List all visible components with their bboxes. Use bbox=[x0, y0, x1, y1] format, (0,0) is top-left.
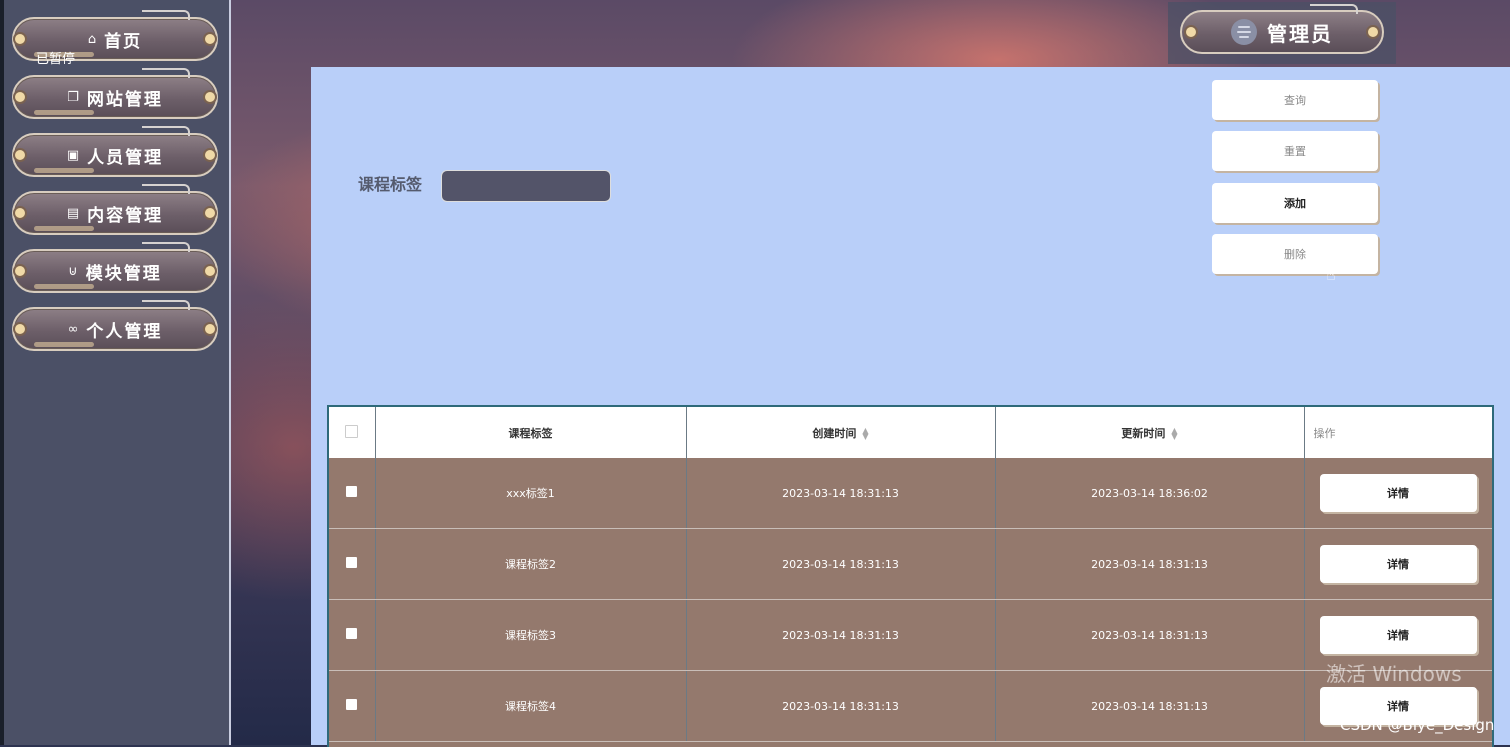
detail-button[interactable]: 详情 bbox=[1319, 616, 1477, 654]
column-header-created[interactable]: 创建时间 ▲ ▼ bbox=[686, 407, 996, 458]
window-icon: ❐ bbox=[67, 89, 81, 105]
csdn-credit: CSDN @Biye_Design bbox=[1340, 716, 1495, 734]
cell-updated: 2023-03-14 18:31:13 bbox=[995, 670, 1305, 742]
cell-tag: 课程标签3 bbox=[375, 599, 687, 671]
column-header-updated[interactable]: 更新时间 ▲ ▼ bbox=[995, 407, 1305, 458]
delete-button[interactable]: 删除 bbox=[1212, 234, 1378, 274]
hand-cursor-icon: ☝ bbox=[1326, 265, 1336, 284]
admin-badge[interactable]: 管理员 bbox=[1180, 4, 1384, 54]
cart-icon: ⊍ bbox=[68, 263, 80, 279]
table-header-row: 课程标签 创建时间 ▲ ▼ 更新时间 ▲ ▼ 操作 bbox=[329, 407, 1492, 458]
add-button[interactable]: 添加 bbox=[1212, 183, 1378, 223]
query-button[interactable]: 查询 bbox=[1212, 80, 1378, 120]
row-checkbox[interactable] bbox=[346, 557, 358, 568]
cell-updated: 2023-03-14 18:36:02 bbox=[995, 458, 1305, 529]
cell-tag: 课程标签2 bbox=[375, 528, 687, 600]
table-row: 课程标签4 2023-03-14 18:31:13 2023-03-14 18:… bbox=[329, 670, 1492, 742]
cell-updated: 2023-03-14 18:31:13 bbox=[995, 528, 1305, 600]
user-label: 管理员 bbox=[1267, 21, 1333, 46]
sidebar-item-label: 个人管理 bbox=[86, 321, 163, 342]
table-row: 课程标签3 2023-03-14 18:31:13 2023-03-14 18:… bbox=[329, 599, 1492, 671]
reset-button[interactable]: 重置 bbox=[1212, 131, 1378, 171]
select-all-checkbox[interactable] bbox=[345, 424, 359, 438]
menu-icon bbox=[1231, 19, 1257, 45]
row-checkbox[interactable] bbox=[346, 628, 358, 639]
sidebar-item-staff-management[interactable]: ▣ 人员管理 bbox=[12, 126, 218, 177]
sidebar-item-label: 网站管理 bbox=[86, 89, 163, 110]
sidebar-item-label: 人员管理 bbox=[87, 147, 164, 168]
search-label: 课程标签 bbox=[358, 175, 423, 194]
sidebar-item-website-management[interactable]: ❐ 网站管理 bbox=[12, 68, 218, 119]
document-icon: ▤ bbox=[66, 205, 82, 221]
row-checkbox[interactable] bbox=[346, 486, 358, 497]
column-header-action: 操作 bbox=[1304, 407, 1492, 458]
sidebar-item-personal-management[interactable]: ∞ 个人管理 bbox=[12, 300, 218, 351]
cell-tag: xxx标签1 bbox=[375, 458, 687, 529]
sidebar-item-label: 内容管理 bbox=[87, 205, 164, 226]
detail-button[interactable]: 详情 bbox=[1319, 545, 1477, 583]
row-checkbox[interactable] bbox=[346, 699, 358, 710]
circles-icon: ∞ bbox=[67, 321, 81, 337]
detail-button[interactable]: 详情 bbox=[1319, 474, 1477, 512]
select-all-cell bbox=[329, 407, 376, 458]
person-card-icon: ▣ bbox=[66, 147, 82, 163]
sidebar: ⌂ 首页 已暂停 ❐ 网站管理 ▣ 人员管理 ▤ 内容管理 ⊍ 模块管理 ∞ 个… bbox=[4, 0, 231, 745]
table-row: xxx标签1 2023-03-14 18:31:13 2023-03-14 18… bbox=[329, 458, 1492, 529]
column-header-tag: 课程标签 bbox=[375, 407, 687, 458]
user-menu[interactable]: 管理员 bbox=[1168, 2, 1396, 64]
sort-icon[interactable]: ▲ ▼ bbox=[862, 426, 868, 440]
table-row: 课程标签2 2023-03-14 18:31:13 2023-03-14 18:… bbox=[329, 528, 1492, 600]
data-table: 课程标签 创建时间 ▲ ▼ 更新时间 ▲ ▼ 操作 xxx标签1 2023-03-14 … bbox=[327, 405, 1494, 747]
sort-icon[interactable]: ▲ ▼ bbox=[1171, 426, 1177, 440]
cell-created: 2023-03-14 18:31:13 bbox=[686, 528, 996, 600]
sidebar-item-label: 模块管理 bbox=[85, 263, 162, 284]
cell-created: 2023-03-14 18:31:13 bbox=[686, 599, 996, 671]
search-input[interactable] bbox=[441, 170, 611, 202]
home-icon: ⌂ bbox=[87, 31, 99, 47]
cell-updated: 2023-03-14 18:31:13 bbox=[995, 599, 1305, 671]
sidebar-item-module-management[interactable]: ⊍ 模块管理 bbox=[12, 242, 218, 293]
cell-tag: 课程标签4 bbox=[375, 670, 687, 742]
paused-label: 已暂停 bbox=[36, 52, 76, 67]
cell-created: 2023-03-14 18:31:13 bbox=[686, 458, 996, 529]
sidebar-item-content-management[interactable]: ▤ 内容管理 bbox=[12, 184, 218, 235]
main-panel: 课程标签 查询 重置 添加 删除 ☝ 课程标签 创建时间 ▲ ▼ 更新时间 ▲ ▼ 操作 bbox=[311, 67, 1510, 747]
cell-created: 2023-03-14 18:31:13 bbox=[686, 670, 996, 742]
sidebar-item-label: 首页 bbox=[104, 31, 143, 52]
